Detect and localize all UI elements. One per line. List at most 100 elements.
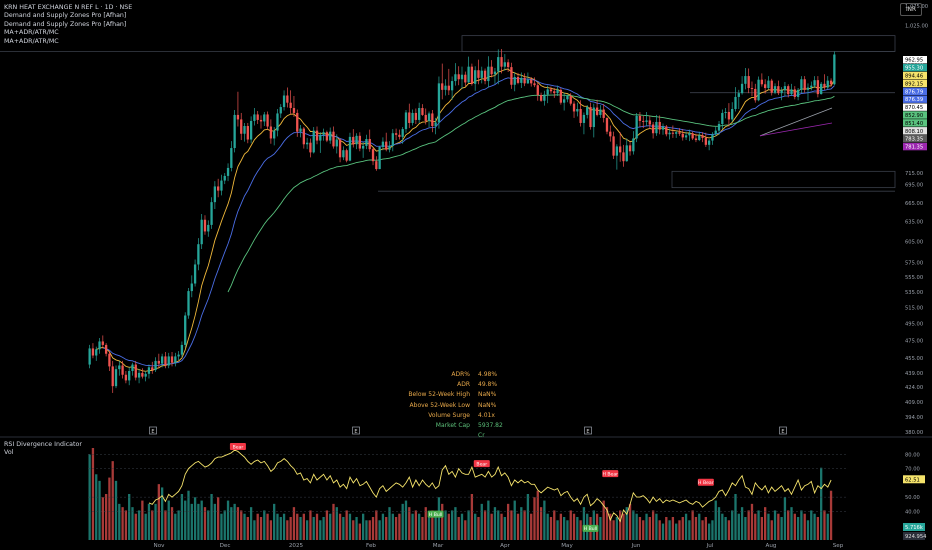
volume-bar (345, 510, 348, 540)
candle (404, 112, 408, 130)
candle (536, 85, 539, 96)
volume-bar (335, 507, 338, 540)
volume-bar (418, 513, 421, 540)
chart-window: { "header": { "title": "KRN HEAT EXCHANG… (0, 0, 932, 550)
volume-bar (368, 520, 371, 540)
candle (707, 140, 711, 145)
rsi-tick-label: 50.00 (905, 495, 920, 501)
candle (434, 122, 437, 127)
volume-bar (829, 490, 833, 540)
volume-bar (282, 513, 286, 540)
volume-bar (691, 510, 694, 540)
volume-bar (793, 513, 796, 540)
candle (556, 89, 559, 94)
volume-bar (177, 510, 180, 540)
candle (790, 89, 793, 95)
candle (144, 373, 147, 377)
volume-bar (114, 480, 118, 540)
candle (777, 86, 780, 94)
candle (474, 70, 477, 84)
volume-bar (141, 500, 144, 540)
candle (157, 360, 160, 364)
volume-bar (780, 517, 783, 540)
candle (800, 79, 803, 90)
volume-bar (513, 500, 516, 540)
volume-bars (88, 448, 833, 540)
candle (747, 76, 750, 88)
candle (170, 356, 174, 363)
volume-bar (460, 513, 464, 540)
volume-bar (329, 513, 332, 540)
volume-bar (223, 510, 226, 540)
volume-bar (569, 510, 572, 540)
candle (210, 202, 213, 225)
candle (131, 364, 134, 372)
volume-bar (612, 520, 615, 540)
volume-bar (503, 517, 506, 540)
volume-bar (394, 517, 398, 540)
earnings-marker-label: E (586, 429, 589, 435)
candle (678, 132, 681, 134)
candle (595, 107, 599, 115)
volume-bar (704, 517, 707, 540)
candle (160, 356, 164, 364)
volume-bar (483, 510, 487, 540)
currency-button[interactable]: INR (900, 3, 922, 16)
volume-bar (533, 497, 536, 540)
volume-bar (414, 510, 418, 540)
candle (826, 80, 829, 88)
volume-bar (157, 484, 160, 540)
volume-bar (95, 474, 98, 540)
volume-bar (599, 517, 602, 540)
divergence-tag-label: H Bear (698, 480, 714, 486)
candle (180, 344, 184, 355)
ema-fast-line (96, 68, 835, 372)
candle (124, 374, 128, 381)
volume-bar (450, 510, 454, 540)
volume-bar (253, 520, 256, 540)
volume-bar (167, 500, 170, 540)
stats-value: 5937.82 Cr (478, 422, 503, 440)
candle (500, 57, 503, 67)
candle (711, 134, 714, 141)
volume-bar (632, 510, 635, 540)
candle (457, 74, 460, 80)
candle (98, 341, 101, 350)
candle (88, 348, 91, 365)
candle (704, 137, 707, 145)
volume-bar (744, 517, 747, 540)
volume-bar (131, 507, 134, 540)
volume-bar (296, 513, 299, 540)
volume-bar (566, 520, 569, 540)
ema-slow-line (227, 94, 835, 293)
volume-bar (493, 507, 497, 540)
volume-bar (750, 503, 754, 540)
candle (645, 120, 648, 122)
candle (414, 112, 418, 120)
candle (566, 95, 569, 100)
divergence-tag-label: Bear (476, 461, 487, 467)
volume-bar (628, 503, 632, 540)
candle (276, 113, 279, 131)
volume-bar (111, 461, 114, 540)
candle (655, 121, 658, 134)
candle (783, 86, 787, 91)
time-tick-label: Jul (706, 543, 714, 549)
volume-bar (355, 517, 358, 540)
volume-bar (319, 520, 322, 540)
candle (342, 150, 345, 158)
volume-bar (286, 520, 289, 540)
price-label: 808.10 (905, 129, 923, 135)
price-label: 783.35 (905, 137, 923, 143)
volume-bar (170, 507, 174, 540)
volume-bar (375, 510, 378, 540)
volume-bar (806, 520, 810, 540)
chart-canvas[interactable]: 1,075.001,025.00935.00715.00695.00665.00… (0, 0, 932, 550)
candle (309, 142, 312, 153)
price-tick-label: 715.00 (905, 171, 923, 177)
volume-bar (240, 510, 243, 540)
candle (114, 369, 118, 387)
candle (539, 95, 543, 101)
candle (806, 87, 810, 90)
candle (338, 139, 342, 158)
